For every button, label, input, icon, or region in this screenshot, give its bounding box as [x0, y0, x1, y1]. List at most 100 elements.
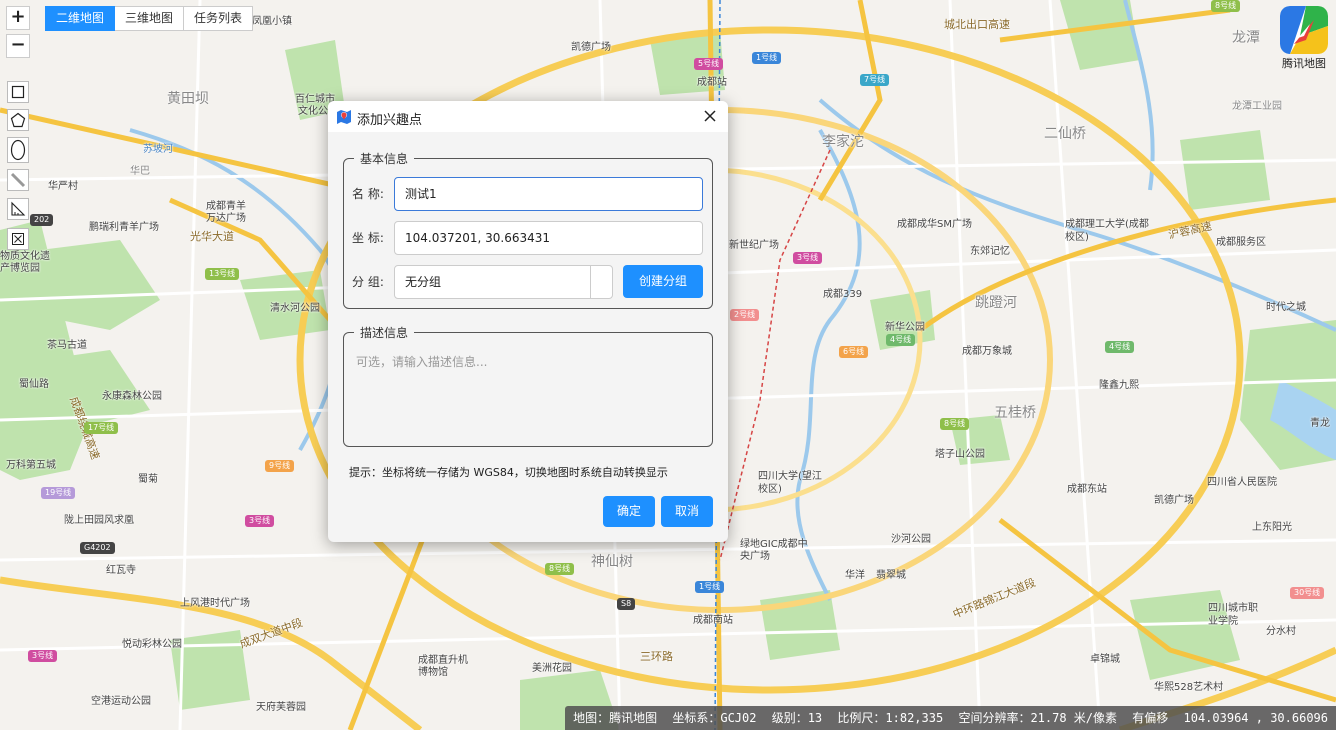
map-label: 茶马古道	[47, 340, 87, 351]
description-area	[344, 347, 712, 445]
zoom-in-button[interactable]: +	[6, 6, 30, 30]
create-group-button[interactable]: 创建分组	[623, 265, 703, 298]
metro-shield: 8号线	[1211, 0, 1241, 12]
status-bar: 地图：腾讯地图 坐标系：GCJ02 级别：13 比例尺：1:82,335 空间分…	[565, 706, 1336, 730]
map-label: 四川省人民医院	[1207, 477, 1277, 488]
close-icon[interactable]	[700, 106, 720, 126]
map-label: 鹏瑞利青羊广场	[89, 222, 159, 233]
map-label: 万科第五城	[6, 460, 56, 471]
metro-shield: 19号线	[41, 487, 76, 499]
map-label: 永康森林公园	[102, 391, 162, 402]
map-label: 神仙树	[591, 554, 633, 570]
group-select[interactable]: 无分组	[394, 265, 613, 299]
map-label: 悦动彩林公园	[122, 639, 182, 650]
metro-shield: 17号线	[84, 422, 119, 434]
coord-input[interactable]: 104.037201, 30.663431	[394, 221, 703, 255]
name-label: 名 称:	[352, 187, 384, 201]
line-tool-icon[interactable]	[7, 169, 29, 191]
coord-label: 坐 标:	[352, 231, 384, 245]
confirm-button[interactable]: 确定	[603, 496, 655, 527]
map-label: 东郊记忆	[970, 246, 1010, 257]
map-label: 华熙528艺术村	[1154, 682, 1224, 693]
status-offset: 有偏移	[1132, 711, 1169, 725]
map-label: 光华大道	[190, 230, 234, 243]
map-label: 三环路	[640, 650, 673, 663]
map-label: 龙潭	[1232, 30, 1260, 46]
map-label: 华洋	[845, 570, 865, 581]
map-label: 二仙桥	[1044, 126, 1086, 142]
measure-tool-icon[interactable]	[7, 198, 29, 220]
ellipse-tool-icon[interactable]	[7, 137, 29, 163]
metro-shield: 30号线	[1290, 587, 1325, 599]
highway-shield: S8	[617, 598, 636, 610]
logo-text: 腾讯地图	[1282, 57, 1326, 70]
map-label: 成都直升机博物馆	[418, 655, 468, 678]
map-label: 新世纪广场	[729, 240, 779, 251]
map-label: 苏坡河	[143, 144, 173, 155]
map-label: 天府芙蓉园	[256, 702, 306, 713]
map-label: 蜀仙路	[19, 379, 49, 390]
map-label: 翡翠城	[876, 570, 906, 581]
description-legend: 描述信息	[360, 326, 409, 340]
add-poi-dialog: 添加兴趣点 基本信息 名 称: 测试1 坐 标: 104.037201, 30.…	[328, 101, 728, 542]
tencent-map-logo[interactable]: 腾讯地图	[1278, 6, 1330, 71]
polygon-tool-icon[interactable]	[7, 109, 29, 131]
chevron-down-icon	[590, 266, 612, 298]
map-label: 凯德广场	[1154, 495, 1194, 506]
map-label: 上风港时代广场	[180, 598, 250, 609]
group-select-value: 无分组	[405, 275, 442, 289]
zoom-out-button[interactable]: −	[6, 34, 30, 58]
map-label: 成都南站	[693, 615, 733, 626]
map-label: 物质文化遗产博览园	[0, 251, 50, 274]
map-label: 成都成华SM广场	[897, 219, 972, 230]
hint-text: 提示：坐标将统一存储为 WGS84，切换地图时系统自动转换显示	[349, 466, 668, 479]
cancel-button[interactable]: 取消	[661, 496, 713, 527]
metro-shield: 9号线	[265, 460, 295, 472]
map-label: 四川城市职业学院	[1208, 603, 1258, 627]
map-label: 四川大学(望江校区)	[758, 471, 822, 495]
metro-shield: 3号线	[793, 252, 823, 264]
metro-shield: 1号线	[752, 52, 782, 64]
tab-3d-map[interactable]: 三维地图	[115, 6, 185, 31]
dialog-title: 添加兴趣点	[357, 113, 423, 128]
description-textarea[interactable]	[344, 347, 712, 445]
map-label: 时代之城	[1266, 302, 1306, 313]
map-label: 凯德广场	[571, 42, 611, 53]
metro-shield: 8号线	[545, 563, 575, 575]
map-label: 美洲花园	[532, 663, 572, 674]
map-label: 李家沱	[822, 134, 864, 150]
map-mode-tabs: 二维地图 三维地图 任务列表	[45, 6, 254, 31]
map-label: 城北出口高速	[944, 18, 1010, 31]
map-label: 新华公园	[885, 322, 925, 333]
metro-shield: 13号线	[205, 268, 240, 280]
map-label: 青龙	[1310, 418, 1330, 429]
clear-tool-icon[interactable]	[7, 228, 29, 250]
map-label: 空港运动公园	[91, 696, 151, 707]
group-label: 分 组:	[352, 275, 384, 289]
highway-shield: G4202	[80, 542, 115, 554]
map-label: 红瓦寺	[106, 565, 136, 576]
rectangle-tool-icon[interactable]	[7, 81, 29, 103]
status-scale: 比例尺：1:82,335	[837, 711, 944, 725]
name-input[interactable]: 测试1	[394, 177, 703, 211]
tab-2d-map[interactable]: 二维地图	[45, 6, 116, 31]
map-label: 成都服务区	[1216, 237, 1266, 248]
dialog-header: 添加兴趣点	[328, 101, 728, 132]
metro-shield: 2号线	[730, 309, 760, 321]
tab-task-list[interactable]: 任务列表	[184, 6, 254, 31]
map-label: 上东阳光	[1252, 522, 1292, 533]
status-crs: 坐标系：GCJ02	[672, 711, 757, 725]
map-label: 凤凰小镇	[252, 16, 292, 27]
status-cursor-coords: 104.03964 , 30.66096	[1183, 711, 1329, 725]
map-label: 成都站	[697, 77, 727, 88]
metro-shield: 1号线	[695, 581, 725, 593]
map-label: 五桂桥	[994, 405, 1036, 421]
map-label: 华严村	[48, 181, 78, 192]
map-label: 蜀菊	[138, 474, 158, 485]
map-label: 绿地GIC成都中央广场	[740, 539, 808, 562]
metro-shield: 4号线	[1105, 341, 1135, 353]
map-label: 成都青羊万达广场	[206, 201, 246, 224]
metro-shield: 5号线	[694, 58, 724, 70]
tencent-map-logo-icon	[1280, 6, 1328, 54]
highway-shield: 202	[30, 214, 54, 226]
